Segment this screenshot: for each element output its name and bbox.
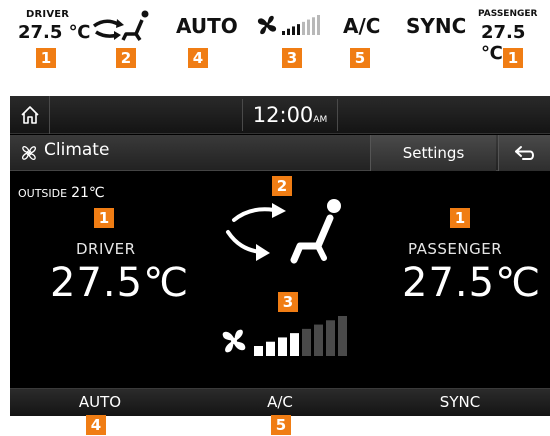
callout-badge: 5 xyxy=(271,415,291,435)
strip-driver-temp: 27.5 ℃ xyxy=(18,22,91,43)
home-button[interactable] xyxy=(10,96,50,134)
fan-icon xyxy=(21,145,37,161)
strip-ac-label: A/C xyxy=(343,14,381,38)
airflow-mode-button[interactable] xyxy=(220,198,360,270)
outside-temperature: OUTSIDE 21℃ xyxy=(18,182,105,201)
callout-badge: 4 xyxy=(86,415,106,435)
callout-badge: 2 xyxy=(116,48,136,68)
fan-bar-lit xyxy=(282,31,285,35)
callout-badge: 2 xyxy=(272,176,292,196)
sync-button[interactable]: SYNC xyxy=(370,389,550,416)
fan-bar-dim xyxy=(317,15,320,35)
climate-main-panel: OUTSIDE 21℃ 1 DRIVER 27.5℃ 2 3 1 PASSENGE… xyxy=(10,172,550,388)
fan-icon xyxy=(222,329,246,353)
fan-bar-dim xyxy=(302,328,311,356)
fan-bar-lit xyxy=(292,26,295,35)
climate-status-strip: DRIVER 27.5 ℃ AUTO A/C SYNC PASSENGER 27… xyxy=(0,0,550,88)
strip-fan-icon xyxy=(257,15,277,35)
strip-passenger-label: PASSENGER xyxy=(478,9,538,19)
driver-zone-label: DRIVER xyxy=(76,240,136,258)
fan-bar-dim xyxy=(338,316,347,356)
status-bar: 12:00AM xyxy=(10,96,550,134)
fan-bar-lit xyxy=(266,341,275,356)
fan-bar-lit xyxy=(290,333,299,356)
back-arrow-icon xyxy=(515,146,534,160)
fan-bar-lit xyxy=(278,337,287,356)
outside-label: OUTSIDE xyxy=(18,187,68,200)
strip-fan-speed-bars xyxy=(282,15,320,35)
fan-bar-dim xyxy=(312,17,315,35)
bottom-controls: AUTO A/C SYNC xyxy=(10,388,550,416)
clock-ampm: AM xyxy=(313,115,328,125)
callout-badge: 1 xyxy=(94,208,114,228)
climate-screen: 12:00AM Climate Settings OUTSIDE 21℃ 1 DR… xyxy=(10,96,550,416)
ac-button[interactable]: A/C xyxy=(190,389,370,416)
page-title: Climate xyxy=(44,140,110,160)
callout-badge: 1 xyxy=(503,48,523,68)
callout-badge: 1 xyxy=(450,208,470,228)
callout-badge: 3 xyxy=(278,292,298,312)
back-button[interactable] xyxy=(498,135,550,171)
fan-bar-dim xyxy=(302,21,305,35)
settings-button[interactable]: Settings xyxy=(370,135,496,171)
fan-bar-lit xyxy=(287,28,290,35)
passenger-temp-display[interactable]: 27.5℃ xyxy=(402,260,541,306)
home-icon xyxy=(21,106,39,124)
fan-bar-lit xyxy=(254,346,263,356)
callout-badge: 4 xyxy=(188,48,208,68)
callout-badge: 3 xyxy=(282,48,302,68)
clock-time: 12:00 xyxy=(252,103,314,127)
passenger-zone-label: PASSENGER xyxy=(408,240,503,258)
fan-bar-lit xyxy=(297,24,300,35)
fan-bar-dim xyxy=(314,324,323,356)
strip-auto-label: AUTO xyxy=(176,14,238,38)
strip-driver-label: DRIVER xyxy=(26,9,70,20)
strip-sync-label: SYNC xyxy=(406,14,467,38)
airflow-mode-icon xyxy=(92,10,149,41)
clock: 12:00AM xyxy=(242,99,338,131)
fan-speed-bars[interactable] xyxy=(254,312,350,358)
title-bar: Climate Settings xyxy=(10,135,550,171)
fan-bar-dim xyxy=(326,320,335,356)
auto-button[interactable]: AUTO xyxy=(10,389,190,416)
callout-badge: 1 xyxy=(36,48,56,68)
callout-badge: 5 xyxy=(350,48,370,68)
driver-temp-display[interactable]: 27.5℃ xyxy=(50,260,189,306)
fan-bar-dim xyxy=(307,19,310,35)
outside-temp-value: 21℃ xyxy=(71,185,105,201)
